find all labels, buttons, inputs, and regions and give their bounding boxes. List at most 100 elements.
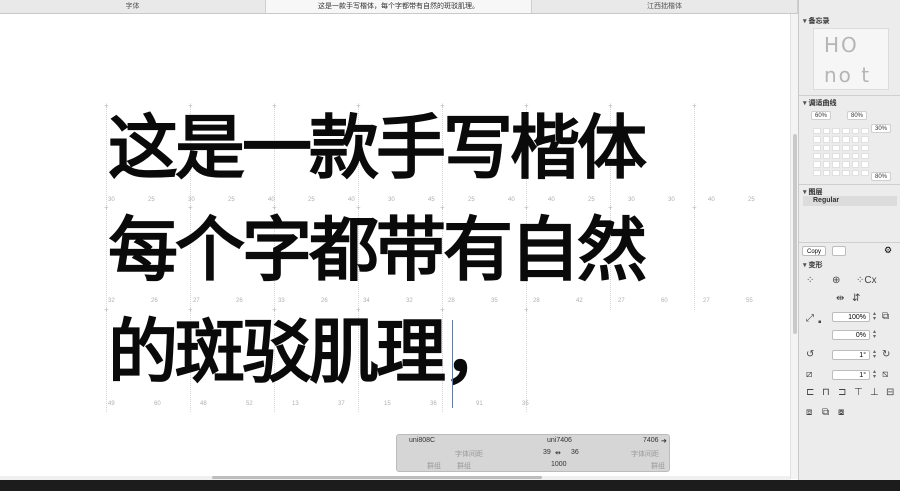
align-top-icon[interactable]: ⊤ (854, 388, 863, 398)
scale-field[interactable]: 100% (832, 312, 870, 322)
rotate-cw-icon[interactable]: ↻ (882, 350, 890, 360)
slant-left-icon[interactable]: ⧄ (806, 370, 812, 380)
scale-stepper[interactable]: ▴ ▾ (871, 311, 878, 322)
pct-60-field[interactable]: 60% (811, 111, 832, 120)
kerning-cell[interactable] (813, 161, 821, 168)
slant-stepper[interactable]: ▴ ▾ (871, 369, 878, 380)
kerning-cell[interactable] (861, 161, 869, 168)
glyph-cell[interactable] (524, 305, 610, 412)
tab-jiangxi-font[interactable]: 江西拙楷体 (532, 0, 798, 13)
kerning-cell[interactable] (813, 169, 821, 176)
tab-text-preview[interactable]: 这是一款手写楷体，每个字都带有自然的斑驳肌理。 (266, 0, 532, 13)
lock-icon[interactable]: ▪ (818, 318, 822, 328)
kerning-cell[interactable] (851, 136, 860, 143)
text-line-3[interactable]: 的斑驳肌理， (108, 316, 513, 388)
path-union-icon[interactable]: ⧈ (806, 408, 812, 418)
kerning-cell[interactable] (851, 169, 860, 176)
glyph-cell[interactable] (692, 101, 778, 208)
offset-field[interactable]: 0% (832, 330, 870, 340)
kerning-cell[interactable] (822, 144, 831, 151)
kerning-cell[interactable] (832, 128, 840, 135)
flip-horizontal-icon[interactable]: ⇹ (836, 294, 844, 304)
kerning-cell[interactable] (841, 128, 850, 135)
kerning-cell[interactable] (841, 144, 850, 151)
kerning-cell[interactable] (822, 161, 831, 168)
kerning-cell[interactable] (851, 152, 860, 160)
kerning-cell[interactable] (851, 144, 860, 151)
kerning-cell[interactable] (861, 169, 869, 176)
align-grid-icon[interactable]: ⁘ (806, 276, 814, 286)
left-sidebearing[interactable]: 39 (543, 449, 551, 456)
kerning-cell[interactable] (822, 136, 831, 143)
transform-section-title[interactable]: 变形 (803, 260, 822, 270)
kerning-cell[interactable] (861, 152, 869, 160)
kerning-cell[interactable] (832, 161, 840, 168)
right-sidebearing[interactable]: 36 (571, 449, 579, 456)
pct-80-field-b[interactable]: 80% (871, 172, 892, 181)
kerning-cell[interactable] (832, 169, 840, 176)
kerning-cell[interactable] (841, 161, 850, 168)
scale-apply-icon[interactable]: ⧉ (882, 312, 889, 322)
glyph-width[interactable]: 1000 (551, 461, 567, 468)
copy-dropdown[interactable] (832, 246, 846, 256)
kerning-cell[interactable] (813, 152, 821, 160)
vertical-scroll-thumb[interactable] (793, 134, 797, 334)
text-line-1[interactable]: 这是一款手写楷体 (108, 112, 647, 184)
glyph-name-center[interactable]: uni7406 (547, 437, 572, 444)
kerning-grid[interactable] (813, 128, 869, 176)
kerning-cell[interactable] (822, 169, 831, 176)
text-line-2[interactable]: 每个字都带有自然 (108, 214, 647, 286)
kerning-cell[interactable] (861, 128, 869, 135)
align-left-icon[interactable]: ⊏ (806, 388, 814, 398)
pct-80-field-a[interactable]: 80% (847, 111, 868, 120)
flip-vertical-icon[interactable]: ⇵ (852, 294, 860, 304)
kerning-cell[interactable] (832, 152, 840, 160)
sidebearing-lock-icon[interactable]: ⇹ (555, 449, 561, 457)
rotate-ccw-icon[interactable]: ↺ (806, 350, 814, 360)
kerning-cell[interactable] (832, 144, 840, 151)
scale-icon[interactable]: ⤢ (806, 314, 814, 324)
horizontal-scroll-thumb[interactable] (212, 476, 542, 479)
kerning-cell[interactable] (822, 152, 831, 160)
rotate-field[interactable]: 1° (832, 350, 870, 360)
align-middle-icon[interactable]: ⊥ (870, 388, 879, 398)
vertical-scrollbar[interactable] (790, 14, 798, 479)
layer-item-regular[interactable]: Regular (803, 196, 897, 206)
kerning-cell[interactable] (861, 144, 869, 151)
kerning-cell[interactable] (851, 128, 860, 135)
preview-section-title[interactable]: 备忘录 (803, 16, 829, 26)
arrow-right-icon[interactable]: ➜ (661, 437, 667, 445)
crosshair-icon[interactable]: ⊕ (832, 276, 840, 286)
pct-30-field[interactable]: 30% (871, 124, 892, 133)
offset-stepper[interactable]: ▴ ▾ (871, 329, 878, 340)
copy-button[interactable]: Copy (802, 246, 827, 256)
kerning-cell[interactable] (861, 136, 869, 143)
kerning-section-title[interactable]: 调适曲线 (803, 98, 836, 108)
slant-right-icon[interactable]: ⧅ (882, 370, 888, 380)
glyph-info-bar: uni808C uni7406 7406 ➜ 字体间距 39 ⇹ 36 字体间距… (396, 434, 670, 472)
kerning-cell[interactable] (841, 136, 850, 143)
path-subtract-icon[interactable]: ⧉ (822, 408, 829, 418)
glyph-name-left[interactable]: uni808C (409, 437, 435, 444)
slant-field[interactable]: 1° (832, 370, 870, 380)
align-bottom-icon[interactable]: ⊟ (886, 388, 894, 398)
kerning-cell[interactable] (841, 152, 850, 160)
gear-icon[interactable]: ⚙ (884, 245, 892, 256)
align-right-icon[interactable]: ⊐ (838, 388, 846, 398)
kerning-cell[interactable] (841, 169, 850, 176)
path-intersect-icon[interactable]: ⧇ (838, 408, 844, 418)
kerning-cell[interactable] (813, 136, 821, 143)
glyph-metric-value: 36 (430, 401, 437, 407)
inspector-sidebar: 备忘录 HO no t 调适曲线 60% 80% 30% 80% 图层 Regu… (798, 0, 900, 480)
tab-font[interactable]: 字体 (0, 0, 266, 13)
kerning-cell[interactable] (813, 144, 821, 151)
kerning-cell[interactable] (813, 128, 821, 135)
kerning-cell[interactable] (822, 128, 831, 135)
bbox-center-icon[interactable]: ⁘Cx (856, 276, 877, 286)
glyph-metric-value: 30 (628, 197, 635, 203)
glyph-cell[interactable] (692, 203, 778, 310)
rotate-stepper[interactable]: ▴ ▾ (871, 349, 878, 360)
kerning-cell[interactable] (851, 161, 860, 168)
align-center-icon[interactable]: ⊓ (822, 388, 830, 398)
kerning-cell[interactable] (832, 136, 840, 143)
